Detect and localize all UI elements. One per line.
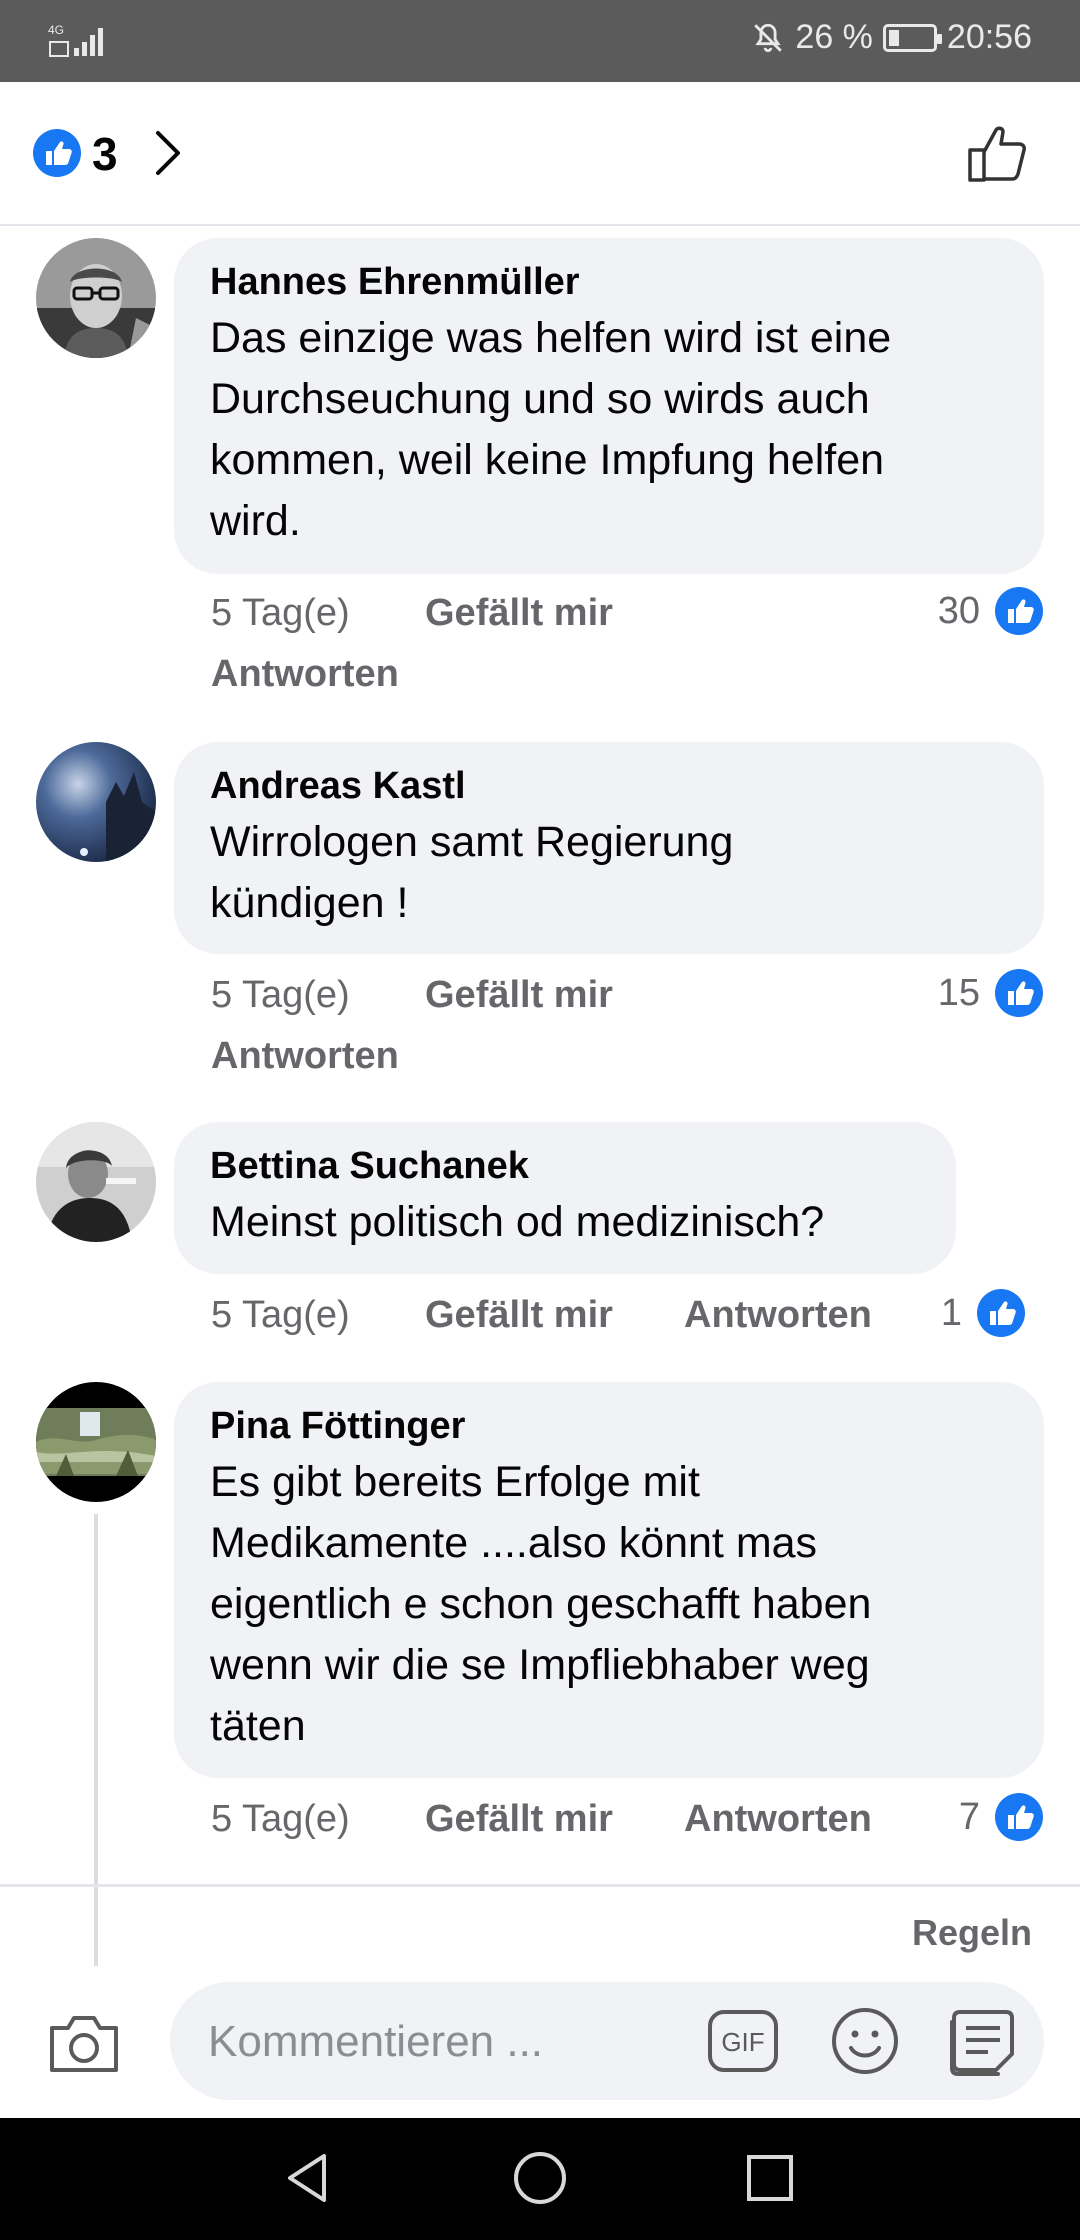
- comment-time[interactable]: 5 Tag(e): [211, 1294, 350, 1337]
- emoji-icon[interactable]: [828, 2004, 902, 2078]
- comment-input[interactable]: [206, 2004, 690, 2080]
- comment-author[interactable]: Andreas Kastl: [210, 764, 1008, 808]
- back-icon[interactable]: [278, 2148, 338, 2208]
- chevron-right-icon[interactable]: [150, 127, 186, 179]
- avatar[interactable]: [36, 1382, 156, 1502]
- like-button[interactable]: Gefällt mir: [425, 592, 613, 635]
- rules-link[interactable]: Regeln: [912, 1912, 1032, 1954]
- like-button[interactable]: Gefällt mir: [425, 974, 613, 1017]
- comment-author[interactable]: Pina Föttinger: [210, 1404, 1008, 1448]
- like-reaction-icon[interactable]: [32, 128, 82, 178]
- comment-time[interactable]: 5 Tag(e): [211, 974, 350, 1017]
- camera-icon[interactable]: [46, 2012, 122, 2076]
- comment-likes[interactable]: 30: [938, 586, 1044, 636]
- like-reaction-icon: [995, 587, 1043, 635]
- signal-icon: 4G: [48, 23, 103, 57]
- comment-likes[interactable]: 1: [941, 1288, 1026, 1338]
- like-reaction-icon: [977, 1289, 1025, 1337]
- like-count: 15: [937, 971, 980, 1014]
- reply-button[interactable]: Antworten: [211, 653, 399, 696]
- reply-button[interactable]: Antworten: [211, 1035, 399, 1078]
- comment-bubble[interactable]: Pina Föttinger Es gibt bereits Erfolge m…: [174, 1382, 1044, 1778]
- comment-time[interactable]: 5 Tag(e): [211, 592, 350, 635]
- comment-text: Wirrologen samt Regierung kündigen !: [210, 818, 734, 927]
- like-reaction-icon: [995, 1793, 1043, 1841]
- like-count: 30: [937, 589, 980, 632]
- thread-line: [94, 1514, 98, 1966]
- like-reaction-icon: [995, 969, 1043, 1017]
- comment-composer[interactable]: GIF: [170, 1982, 1044, 2100]
- composer-divider: [0, 1884, 1080, 1887]
- comment-likes[interactable]: 7: [959, 1792, 1044, 1842]
- comment-author[interactable]: Hannes Ehrenmüller: [210, 260, 1008, 304]
- gif-icon[interactable]: GIF: [706, 2004, 780, 2078]
- reactions-header: 3: [0, 82, 1080, 226]
- navigation-bar: [0, 2118, 1080, 2240]
- status-bar: 4G 26 % 20:56: [0, 0, 1080, 82]
- mute-bell-icon: [754, 23, 783, 52]
- comment-author[interactable]: Bettina Suchanek: [210, 1144, 920, 1188]
- like-count: 1: [940, 1291, 962, 1334]
- like-button[interactable]: Gefällt mir: [425, 1294, 613, 1337]
- thumbs-up-icon[interactable]: [966, 120, 1032, 186]
- comment-time[interactable]: 5 Tag(e): [211, 1798, 350, 1841]
- avatar[interactable]: [36, 742, 156, 862]
- comment-likes[interactable]: 15: [938, 968, 1044, 1018]
- reaction-count[interactable]: 3: [92, 127, 118, 181]
- battery-icon: [882, 23, 942, 52]
- sticker-icon[interactable]: [946, 2002, 1020, 2080]
- comment-bubble[interactable]: Bettina Suchanek Meinst politisch od med…: [174, 1122, 956, 1274]
- svg-text:4G: 4G: [48, 23, 64, 37]
- like-count: 7: [958, 1795, 980, 1838]
- like-button[interactable]: Gefällt mir: [425, 1798, 613, 1841]
- comment-bubble[interactable]: Andreas Kastl Wirrologen samt Regierung …: [174, 742, 1044, 954]
- recent-apps-icon[interactable]: [744, 2152, 796, 2204]
- reply-button[interactable]: Antworten: [684, 1798, 872, 1841]
- clock: 20:56: [946, 18, 1032, 56]
- reply-button[interactable]: Antworten: [684, 1294, 872, 1337]
- avatar[interactable]: [36, 1122, 156, 1242]
- svg-text:GIF: GIF: [721, 2027, 764, 2057]
- comments-sheet: 3 Hannes Ehrenmüller Das einzige was hel…: [0, 82, 1080, 2118]
- avatar[interactable]: [36, 238, 156, 358]
- comment-text: Das einzige was helfen wird ist eine Dur…: [210, 314, 892, 545]
- comment-text: Es gibt bereits Erfolge mit Medikamente …: [210, 1458, 872, 1750]
- comment-bubble[interactable]: Hannes Ehrenmüller Das einzige was helfe…: [174, 238, 1044, 574]
- comment-text: Meinst politisch od medizinisch?: [210, 1198, 825, 1246]
- battery-percent: 26 %: [795, 18, 873, 56]
- home-icon[interactable]: [512, 2150, 568, 2206]
